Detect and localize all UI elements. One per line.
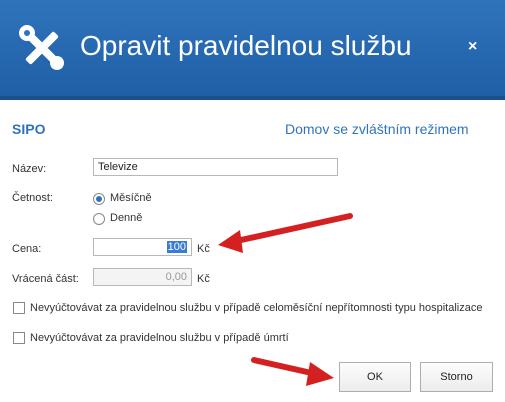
window-title: Opravit pravidelnou službu xyxy=(80,30,412,61)
annotation-arrow-price xyxy=(218,213,353,253)
service-code: SIPO xyxy=(12,121,46,137)
name-input[interactable] xyxy=(93,158,338,176)
title-divider xyxy=(0,96,505,100)
wrench-screwdriver-icon xyxy=(19,25,64,70)
price-value: 100 xyxy=(166,241,187,253)
refund-unit: Kč xyxy=(197,273,210,285)
title-bar: Opravit pravidelnou službu × xyxy=(0,0,505,96)
radio-monthly-label[interactable]: Měsíčně xyxy=(110,192,152,204)
refund-label: Vrácená část: xyxy=(12,273,79,285)
ok-button[interactable]: OK xyxy=(339,362,411,392)
checkbox-death-label[interactable]: Nevyúčtovávat za pravidelnou službu v př… xyxy=(30,332,289,344)
price-label: Cena: xyxy=(12,243,42,255)
frequency-label: Četnost: xyxy=(12,192,53,204)
close-icon[interactable]: × xyxy=(468,38,477,56)
refund-input: 0,00 xyxy=(93,268,192,286)
price-input[interactable]: 100 xyxy=(93,238,192,256)
checkbox-death[interactable] xyxy=(13,332,25,344)
name-label: Název: xyxy=(12,163,47,175)
radio-daily-label[interactable]: Denně xyxy=(110,212,142,224)
radio-monthly[interactable] xyxy=(93,193,105,205)
annotation-arrow-ok xyxy=(251,357,334,386)
price-unit: Kč xyxy=(197,243,210,255)
checkbox-hospital-label[interactable]: Nevyúčtovávat za pravidelnou službu v př… xyxy=(30,302,482,314)
mode-link[interactable]: Domov se zvláštním režimem xyxy=(285,121,469,137)
radio-daily[interactable] xyxy=(93,213,105,225)
checkbox-hospital[interactable] xyxy=(13,302,25,314)
cancel-button[interactable]: Storno xyxy=(420,362,493,392)
